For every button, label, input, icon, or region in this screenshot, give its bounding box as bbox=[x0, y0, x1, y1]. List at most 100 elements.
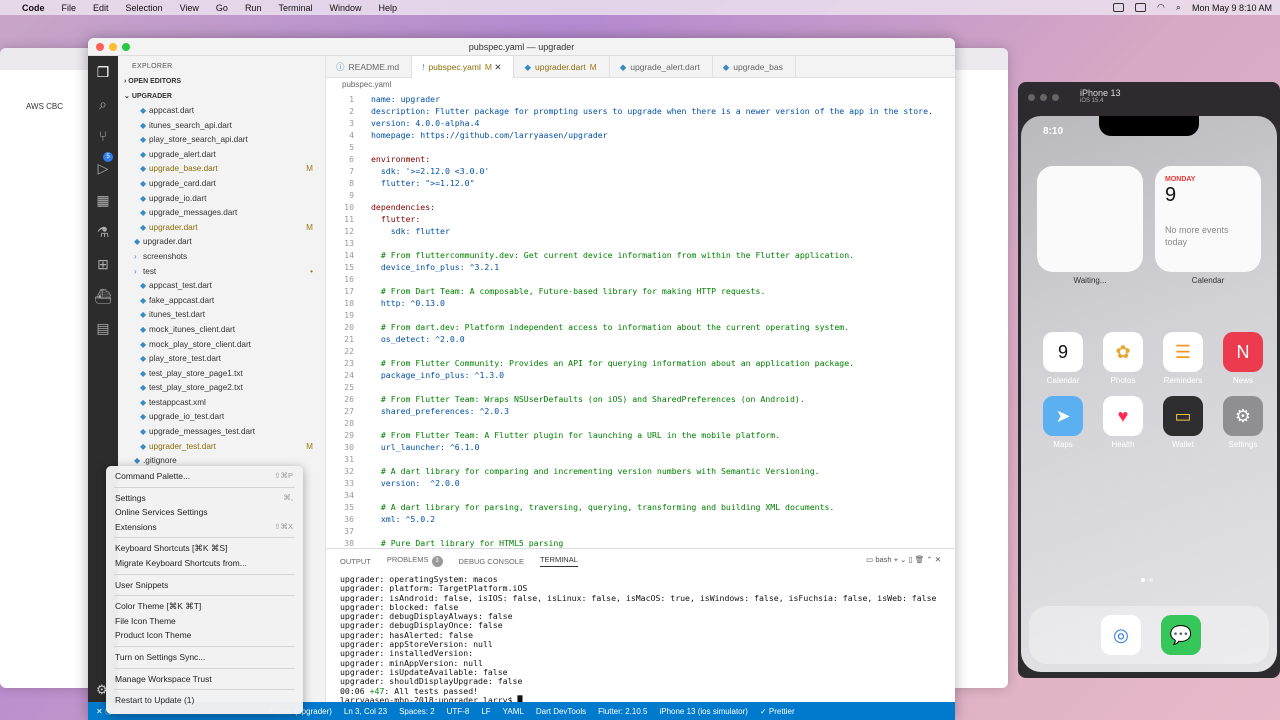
status-item[interactable]: YAML bbox=[503, 707, 524, 716]
file-item[interactable]: ◆ test_play_store_page1.txt bbox=[118, 367, 325, 382]
remote-icon[interactable]: ⊞ bbox=[88, 248, 118, 280]
menu-app-name[interactable]: Code bbox=[22, 3, 45, 13]
terminal-shell-label[interactable]: ▭ bash + ⌄ ▯ 🗑 ⌃ ✕ bbox=[866, 555, 941, 564]
settings-app-icon[interactable]: ⚙ bbox=[1223, 396, 1263, 436]
close-icon[interactable]: ✕ bbox=[492, 62, 501, 72]
news-app-icon[interactable]: N bbox=[1223, 332, 1263, 372]
terminal-output[interactable]: upgrader: operatingSystem: macos upgrader… bbox=[326, 573, 955, 705]
maps-app-icon[interactable]: ➤ bbox=[1043, 396, 1083, 436]
file-item[interactable]: › test • bbox=[118, 265, 325, 280]
source-control-icon[interactable]: ⑂ bbox=[88, 120, 118, 152]
menu-item-file-icon-theme[interactable]: File Icon Theme bbox=[106, 614, 303, 629]
menu-item-settings[interactable]: Settings ⌘, bbox=[106, 491, 303, 506]
file-item[interactable]: ◆ mock_itunes_client.dart bbox=[118, 323, 325, 338]
wifi-icon[interactable]: ◠ bbox=[1157, 2, 1165, 13]
explorer-icon[interactable]: ❐ bbox=[88, 56, 118, 88]
zoom-icon[interactable] bbox=[122, 43, 130, 51]
file-item[interactable]: ◆ play_store_search_api.dart bbox=[118, 133, 325, 148]
battery-icon[interactable] bbox=[1135, 3, 1147, 12]
menu-item-help[interactable]: Help bbox=[378, 3, 397, 13]
wallet-app-icon[interactable]: ▭ bbox=[1163, 396, 1203, 436]
menu-item-product-icon-theme[interactable]: Product Icon Theme bbox=[106, 628, 303, 643]
file-item[interactable]: ◆ appcast.dart bbox=[118, 104, 325, 119]
status-item[interactable]: LF bbox=[481, 707, 490, 716]
photos-app-icon[interactable]: ✿ bbox=[1103, 332, 1143, 372]
file-item[interactable]: ◆ upgrade_messages.dart bbox=[118, 206, 325, 221]
menu-item-file[interactable]: File bbox=[62, 3, 77, 13]
testing-icon[interactable]: ⚗ bbox=[88, 216, 118, 248]
menu-item-keyboard-shortcuts-k-s[interactable]: Keyboard Shortcuts [⌘K ⌘S] bbox=[106, 541, 303, 556]
file-item[interactable]: ◆ upgrade_messages_test.dart bbox=[118, 425, 325, 440]
menu-item-user-snippets[interactable]: User Snippets bbox=[106, 578, 303, 593]
file-item[interactable]: ◆ upgrade_io_test.dart bbox=[118, 410, 325, 425]
menu-item-color-theme-k-t[interactable]: Color Theme [⌘K ⌘T] bbox=[106, 599, 303, 614]
file-item[interactable]: ◆ testappcast.xml bbox=[118, 396, 325, 411]
file-item[interactable]: ◆ play_store_test.dart bbox=[118, 352, 325, 367]
notebook-icon[interactable]: ▤ bbox=[88, 312, 118, 344]
menu-item-restart-to-update[interactable]: Restart to Update (1) bbox=[106, 693, 303, 708]
minimize-icon[interactable] bbox=[109, 43, 117, 51]
menu-item-command-palette[interactable]: Command Palette... ⇧⌘P bbox=[106, 469, 303, 484]
panel-tab-problems[interactable]: PROBLEMS 3 bbox=[387, 555, 443, 567]
waiting-widget[interactable] bbox=[1037, 166, 1143, 272]
manage-gear-icon[interactable]: ⚙ bbox=[96, 682, 108, 698]
menu-item-turn-on-settings-sync[interactable]: Turn on Settings Sync... bbox=[106, 650, 303, 665]
file-item[interactable]: ◆ itunes_test.dart bbox=[118, 308, 325, 323]
status-item[interactable]: iPhone 13 (ios simulator) bbox=[659, 707, 747, 716]
menu-item-view[interactable]: View bbox=[180, 3, 199, 13]
file-item[interactable]: ◆ upgrade_io.dart bbox=[118, 192, 325, 207]
file-item[interactable]: ◆ upgrade_alert.dart bbox=[118, 148, 325, 163]
menu-item-edit[interactable]: Edit bbox=[93, 3, 109, 13]
file-item[interactable]: ◆ test_play_store_page2.txt bbox=[118, 381, 325, 396]
status-item[interactable]: UTF-8 bbox=[447, 707, 470, 716]
dropbox-icon[interactable] bbox=[1113, 3, 1125, 12]
status-item[interactable]: Ln 3, Col 23 bbox=[344, 707, 387, 716]
menu-item-terminal[interactable]: Terminal bbox=[278, 3, 312, 13]
menu-item-extensions[interactable]: Extensions ⇧⌘X bbox=[106, 520, 303, 535]
file-item[interactable]: ◆ upgrader_test.dart M bbox=[118, 440, 325, 455]
file-item[interactable]: ◆ upgrade_base.dart M bbox=[118, 162, 325, 177]
menu-item-online-services-settings[interactable]: Online Services Settings bbox=[106, 505, 303, 520]
panel-tab-output[interactable]: OUTPUT bbox=[340, 557, 371, 566]
file-item[interactable]: ◆ upgrader.dart bbox=[118, 235, 325, 250]
file-item[interactable]: ◆ itunes_search_api.dart bbox=[118, 119, 325, 134]
breadcrumb[interactable]: pubspec.yaml bbox=[326, 78, 391, 92]
safari-icon[interactable]: ◎ bbox=[1101, 615, 1141, 655]
file-item[interactable]: ◆ appcast_test.dart bbox=[118, 279, 325, 294]
file-item[interactable]: ◆ upgrade_card.dart bbox=[118, 177, 325, 192]
open-editors-section[interactable]: › OPEN EDITORS bbox=[118, 74, 325, 89]
search-icon[interactable]: ⌕ bbox=[1176, 2, 1181, 13]
menu-item-manage-workspace-trust[interactable]: Manage Workspace Trust bbox=[106, 672, 303, 687]
tab-pubspec-yaml[interactable]: ! pubspec.yaml M ✕ bbox=[412, 56, 515, 78]
tab-upgrade_alert-dart[interactable]: ◆ upgrade_alert.dart bbox=[610, 56, 713, 78]
menu-item-selection[interactable]: Selection bbox=[126, 3, 163, 13]
file-item[interactable]: › screenshots bbox=[118, 250, 325, 265]
docker-icon[interactable]: ⛴ bbox=[88, 280, 118, 312]
menu-item-go[interactable]: Go bbox=[216, 3, 228, 13]
clock[interactable]: Mon May 9 8:10 AM bbox=[1192, 3, 1272, 13]
file-item[interactable]: ◆ fake_appcast.dart bbox=[118, 294, 325, 309]
status-item[interactable]: Dart DevTools bbox=[536, 707, 586, 716]
menu-item-migrate-keyboard-shortcuts-from[interactable]: Migrate Keyboard Shortcuts from... bbox=[106, 556, 303, 571]
calendar-widget[interactable]: MONDAY 9 No more events today bbox=[1155, 166, 1261, 272]
reminders-app-icon[interactable]: ☰ bbox=[1163, 332, 1203, 372]
calendar-app-icon[interactable]: 9 bbox=[1043, 332, 1083, 372]
panel-tab-debug-console[interactable]: DEBUG CONSOLE bbox=[459, 557, 524, 566]
menu-item-run[interactable]: Run bbox=[245, 3, 262, 13]
iphone-screen[interactable]: 8:10 Waiting... MONDAY 9 No more events … bbox=[1021, 116, 1277, 672]
code-editor[interactable]: 1 name: upgrader 2 description: Flutter pac… bbox=[326, 92, 955, 548]
panel-tab-terminal[interactable]: TERMINAL bbox=[539, 555, 578, 567]
status-item[interactable]: Flutter: 2.10.5 bbox=[598, 707, 647, 716]
health-app-icon[interactable]: ♥ bbox=[1103, 396, 1143, 436]
extensions-icon[interactable]: ▦ bbox=[88, 184, 118, 216]
file-item[interactable]: ◆ upgrader.dart M bbox=[118, 221, 325, 236]
menu-item-window[interactable]: Window bbox=[329, 3, 361, 13]
tab-upgrade_bas[interactable]: ◆ upgrade_bas bbox=[713, 56, 796, 78]
status-item[interactable]: Spaces: 2 bbox=[399, 707, 435, 716]
status-item[interactable]: ✓ Prettier bbox=[760, 707, 795, 716]
file-item[interactable]: ◆ mock_play_store_client.dart bbox=[118, 338, 325, 353]
project-section[interactable]: ⌄ UPGRADER bbox=[118, 89, 325, 104]
search-icon[interactable]: ⌕ bbox=[88, 88, 118, 120]
tab-README-md[interactable]: ⓘ README.md bbox=[326, 56, 413, 78]
tab-upgrader-dart[interactable]: ◆ upgrader.dart M bbox=[514, 56, 610, 78]
